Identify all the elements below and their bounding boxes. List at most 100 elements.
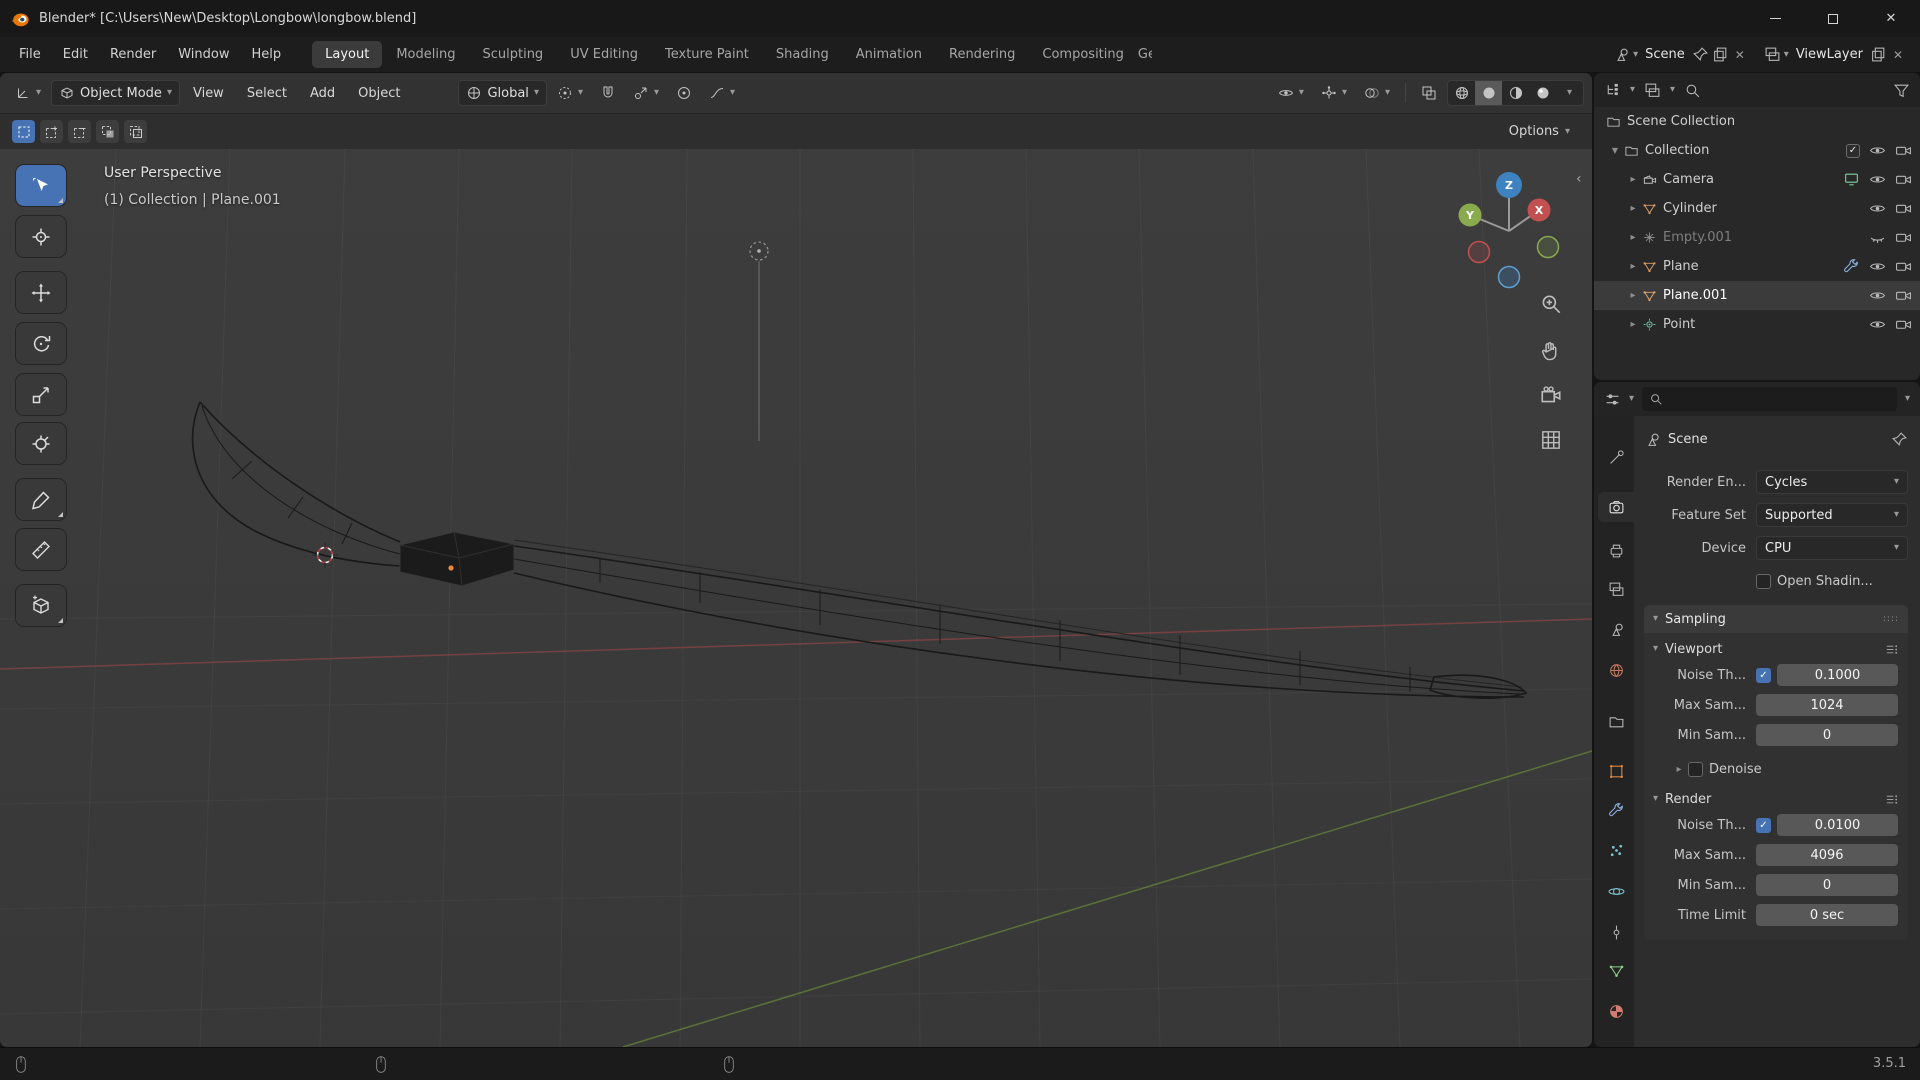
tab-animation[interactable]: Animation	[843, 41, 935, 68]
open-shading-checkbox[interactable]	[1756, 573, 1771, 589]
tab-scene-properties[interactable]	[1598, 614, 1634, 644]
unlink-scene-icon[interactable]: ✕	[1732, 48, 1748, 62]
display-mode-icon[interactable]	[1644, 82, 1661, 99]
menu-select[interactable]: Select	[237, 81, 297, 106]
properties-editor-icon[interactable]	[1604, 391, 1621, 408]
menu-window[interactable]: Window	[167, 42, 240, 67]
scene-browse-icon[interactable]	[1613, 46, 1630, 63]
hide-eye-toggle[interactable]	[1869, 316, 1886, 333]
snap-toggle[interactable]	[593, 81, 623, 105]
denoise-expand-icon[interactable]: ▸	[1670, 764, 1688, 775]
outliner-row-collection[interactable]: ▼ Collection ✓	[1594, 136, 1920, 165]
outliner-row-cylinder[interactable]: ▸ Cylinder	[1594, 194, 1920, 223]
feature-set-dropdown[interactable]: Supported ▾	[1756, 503, 1908, 527]
proportional-edit-toggle[interactable]	[669, 81, 699, 105]
tab-material-properties[interactable]	[1598, 996, 1634, 1026]
properties-filter-caret[interactable]: ▾	[1905, 394, 1910, 404]
hide-eye-toggle[interactable]	[1869, 142, 1886, 159]
hide-eye-toggle[interactable]	[1869, 171, 1886, 188]
camera-view-button[interactable]	[1539, 383, 1565, 409]
expand-icon[interactable]: ▸	[1624, 319, 1642, 330]
shading-material-button[interactable]	[1502, 81, 1529, 105]
tab-tool-properties[interactable]	[1598, 442, 1634, 472]
menu-view[interactable]: View	[183, 81, 234, 106]
render-visibility-toggle[interactable]	[1895, 171, 1912, 188]
select-mode-subtract-button[interactable]	[68, 120, 91, 143]
tab-shading[interactable]: Shading	[763, 41, 842, 68]
min-samples-field[interactable]: 0	[1756, 724, 1898, 746]
tab-uv-editing[interactable]: UV Editing	[557, 41, 651, 68]
pan-view-button[interactable]	[1539, 338, 1565, 364]
render-visibility-toggle[interactable]	[1895, 200, 1912, 217]
tab-object-properties[interactable]	[1598, 756, 1634, 786]
select-mode-intersect-button[interactable]	[124, 120, 147, 143]
tab-modeling[interactable]: Modeling	[383, 41, 468, 68]
scene-name-field[interactable]: Scene	[1641, 47, 1689, 62]
menu-render[interactable]: Render	[99, 42, 167, 67]
tab-particle-properties[interactable]	[1598, 835, 1634, 865]
expand-icon[interactable]: ▸	[1624, 174, 1642, 185]
tool-select-box[interactable]	[16, 165, 66, 206]
pin-scene-icon[interactable]	[1692, 46, 1709, 63]
shading-options-dropdown[interactable]: ▾	[1556, 81, 1583, 105]
tool-annotate[interactable]	[16, 479, 66, 520]
outliner-row-scene-collection[interactable]: Scene Collection	[1594, 107, 1920, 136]
tab-layout[interactable]: Layout	[312, 41, 383, 68]
outliner-row-camera[interactable]: ▸ Camera	[1594, 165, 1920, 194]
tool-scale[interactable]	[16, 374, 66, 415]
render-engine-dropdown[interactable]: Cycles ▾	[1756, 470, 1908, 494]
editor-type-button[interactable]: ▾	[8, 81, 48, 105]
viewport-canvas[interactable]: User Perspective (1) Collection | Plane.…	[0, 149, 1592, 1047]
noise-threshold-field[interactable]: 0.0100	[1777, 814, 1898, 836]
properties-search-input[interactable]	[1642, 387, 1897, 411]
gizmos-dropdown[interactable]: ▾	[1314, 81, 1354, 105]
hide-eye-toggle[interactable]	[1869, 200, 1886, 217]
tab-clipped[interactable]: Geometry Nodes	[1138, 41, 1152, 68]
render-visibility-toggle[interactable]	[1895, 287, 1912, 304]
minimize-button[interactable]	[1746, 0, 1804, 37]
outliner-row-plane[interactable]: ▸ Plane	[1594, 252, 1920, 281]
tab-viewlayer-properties[interactable]	[1598, 574, 1634, 604]
outliner-editor-icon[interactable]	[1604, 82, 1621, 99]
navigation-gizmo[interactable]: X Y Z	[1443, 161, 1575, 293]
shading-wireframe-button[interactable]	[1448, 81, 1475, 105]
pin-icon[interactable]	[1891, 431, 1908, 448]
tab-constraint-properties[interactable]	[1598, 917, 1634, 947]
tab-output-properties[interactable]	[1598, 535, 1634, 565]
outliner-row-plane-001[interactable]: ▸ Plane.001	[1594, 281, 1920, 310]
preset-list-icon[interactable]	[1884, 792, 1899, 807]
viewlayer-name-field[interactable]: ViewLayer	[1792, 47, 1867, 62]
shading-rendered-button[interactable]	[1529, 81, 1556, 105]
maximize-button[interactable]	[1804, 0, 1862, 37]
tab-sculpting[interactable]: Sculpting	[469, 41, 556, 68]
expand-icon[interactable]: ▸	[1624, 290, 1642, 301]
viewport-subpanel-header[interactable]: ▾ Viewport	[1644, 636, 1908, 662]
new-scene-icon[interactable]	[1712, 46, 1729, 63]
menu-file[interactable]: File	[8, 42, 52, 67]
tool-add-cube[interactable]	[16, 585, 66, 626]
min-samples-field[interactable]: 0	[1756, 874, 1898, 896]
tool-cursor[interactable]	[16, 216, 66, 257]
render-subpanel-header[interactable]: ▾ Render	[1644, 786, 1908, 812]
modifier-wrench-icon[interactable]	[1843, 258, 1860, 275]
hide-eye-toggle[interactable]	[1869, 258, 1886, 275]
expand-icon[interactable]: ▸	[1624, 232, 1642, 243]
noise-threshold-checkbox[interactable]: ✓	[1756, 817, 1771, 833]
select-mode-invert-button[interactable]	[96, 120, 119, 143]
denoise-checkbox[interactable]	[1688, 761, 1703, 777]
hide-eye-toggle-closed[interactable]	[1869, 229, 1886, 246]
tab-render-properties[interactable]	[1598, 492, 1634, 522]
new-viewlayer-icon[interactable]	[1870, 46, 1887, 63]
tab-texture-paint[interactable]: Texture Paint	[652, 41, 762, 68]
select-mode-set-button[interactable]	[12, 120, 35, 143]
device-dropdown[interactable]: CPU ▾	[1756, 536, 1908, 560]
options-dropdown[interactable]: Options ▾	[1509, 124, 1580, 139]
render-visibility-toggle[interactable]	[1895, 316, 1912, 333]
point-light-object[interactable]	[749, 241, 769, 441]
expand-icon[interactable]: ▸	[1624, 203, 1642, 214]
hide-eye-toggle[interactable]	[1869, 287, 1886, 304]
visibility-dropdown[interactable]: ▾	[1271, 81, 1311, 105]
preset-list-icon[interactable]	[1884, 642, 1899, 657]
outliner-row-point[interactable]: ▸ Point	[1594, 310, 1920, 339]
viewlayer-browse-icon[interactable]	[1764, 46, 1781, 63]
